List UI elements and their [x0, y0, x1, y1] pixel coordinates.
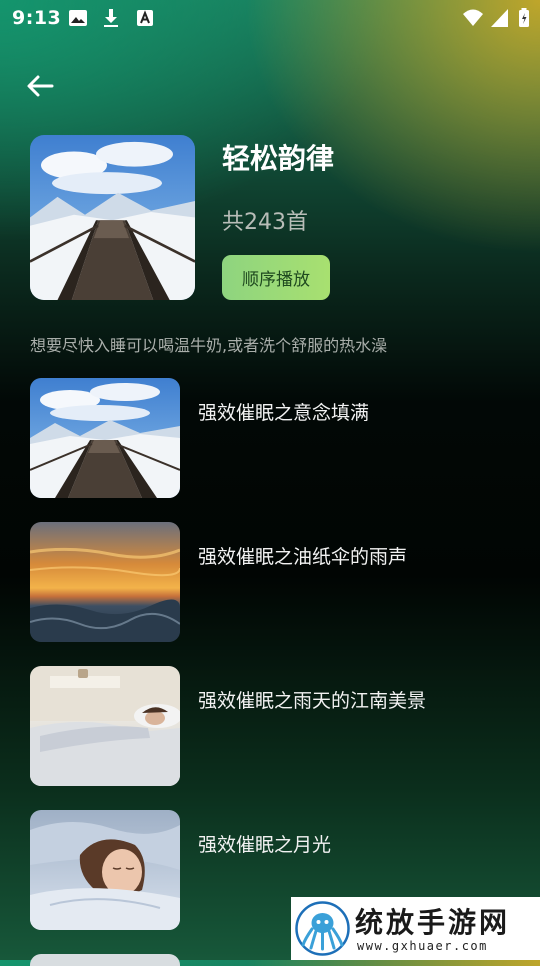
octopus-logo-icon: [295, 901, 350, 956]
text-a-icon: [136, 8, 154, 28]
album-cover: [30, 135, 195, 300]
track-thumbnail: [30, 666, 180, 786]
track-title: 强效催眠之雨天的江南美景: [198, 690, 427, 712]
track-thumbnail: [30, 522, 180, 642]
watermark: 统放手游网 www.gxhuaer.com: [291, 897, 540, 960]
image-icon: [68, 8, 88, 28]
track-title: 强效催眠之月光: [198, 834, 332, 856]
album-title: 轻松韵律: [222, 142, 335, 175]
wifi-icon: [462, 8, 484, 28]
status-time: 9:13: [12, 7, 62, 29]
play-button-label: 顺序播放: [242, 270, 310, 290]
signal-icon: [490, 8, 510, 28]
watermark-url: www.gxhuaer.com: [357, 939, 488, 953]
watermark-name: 统放手游网: [355, 906, 511, 939]
track-thumbnail-partial: [30, 954, 180, 966]
track-item[interactable]: 强效催眠之意念填满: [30, 378, 510, 498]
track-title: 强效催眠之意念填满: [198, 402, 370, 424]
sequential-play-button[interactable]: 顺序播放: [222, 255, 330, 300]
track-thumbnail: [30, 378, 180, 498]
track-title: 强效催眠之油纸伞的雨声: [198, 546, 408, 568]
status-bar: 9:13: [0, 0, 540, 36]
album-description: 想要尽快入睡可以喝温牛奶,或者洗个舒服的热水澡: [30, 336, 388, 355]
track-item[interactable]: 强效催眠之雨天的江南美景: [30, 666, 510, 786]
track-thumbnail: [30, 810, 180, 930]
track-count: 共243首: [222, 210, 308, 235]
battery-icon: [518, 8, 530, 28]
track-item[interactable]: 强效催眠之油纸伞的雨声: [30, 522, 510, 642]
download-icon: [102, 8, 120, 28]
back-button[interactable]: [24, 68, 64, 104]
arrow-left-icon: [24, 70, 64, 102]
